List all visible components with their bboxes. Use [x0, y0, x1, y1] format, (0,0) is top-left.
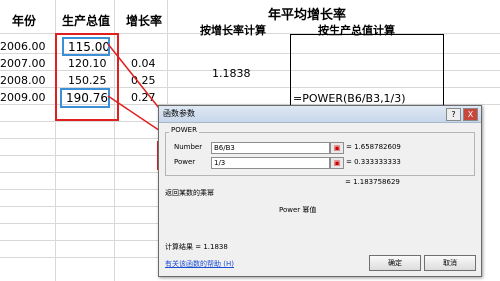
function-name: POWER: [169, 126, 199, 134]
help-link[interactable]: 有关该函数的帮助 (H): [165, 259, 234, 269]
collapse-power-icon[interactable]: ▣: [330, 157, 344, 169]
number-label: Number: [174, 143, 203, 151]
number-input[interactable]: B6/B3: [211, 142, 330, 154]
power-input[interactable]: 1/3: [211, 157, 330, 169]
number-result: = 1.658782609: [346, 143, 401, 151]
dialog-title: 函数参数: [163, 109, 195, 118]
power-label: Power: [174, 158, 196, 166]
total-result: = 1.183758629: [345, 178, 400, 186]
close-button[interactable]: X: [463, 108, 478, 121]
ok-button[interactable]: 确定: [369, 255, 421, 271]
power-result: = 0.333333333: [346, 158, 401, 166]
help-title-button[interactable]: ?: [446, 108, 461, 121]
collapse-number-icon[interactable]: ▣: [330, 142, 344, 154]
function-arguments-dialog: 函数参数 ? X Number B6/B3 ▣ = 1.658782609 Po…: [158, 105, 482, 277]
function-description: 返回某数的乘幂: [165, 189, 214, 197]
calc-result: 计算结果 = 1.1838: [165, 243, 228, 251]
cancel-button[interactable]: 取消: [424, 255, 476, 271]
arguments-frame: Number B6/B3 ▣ = 1.658782609 Power 1/3 ▣…: [165, 132, 475, 176]
dialog-titlebar[interactable]: 函数参数 ? X: [159, 106, 481, 123]
param-description: Power 幂值: [279, 206, 317, 214]
